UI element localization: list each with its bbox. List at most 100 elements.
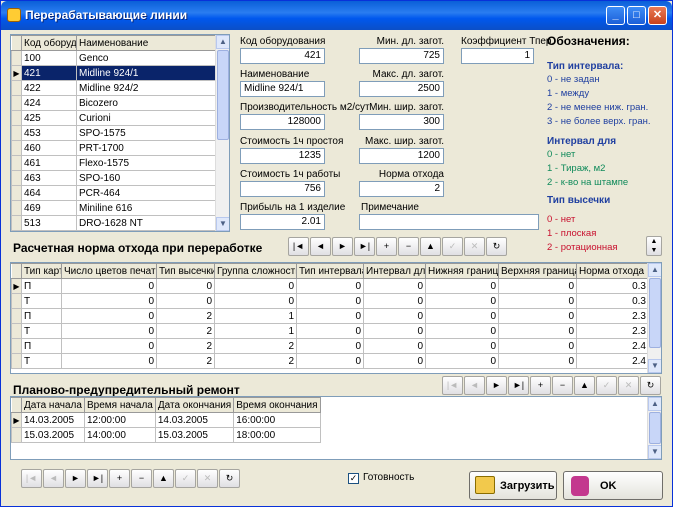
scroll-down-arrow[interactable]: ▼ [216,217,229,231]
waste-cell[interactable]: 2 [156,323,215,339]
max-wid-field[interactable]: 1200 [359,148,444,164]
waste-cell[interactable]: 1 [214,308,297,324]
waste-scroll-up[interactable]: ▲ [648,263,661,277]
waste-col-header[interactable]: Интервал для [363,263,426,279]
waste-row[interactable]: ▶ П 0 0 0 0 0 0 0 0.3 [11,278,649,294]
repair-col-header[interactable]: Время окончания [233,397,321,413]
repair-cell[interactable]: 16:00:00 [233,412,321,428]
waste-cell[interactable]: 0 [296,338,364,354]
nav-add-button[interactable]: + [109,469,130,488]
scroll-thumb[interactable] [217,50,229,140]
nav-first-button[interactable]: |◄ [21,469,42,488]
waste-cell[interactable]: 0 [425,338,499,354]
equipment-row[interactable]: 461 Flexo-1575 [11,155,217,171]
waste-cell[interactable]: 2 [156,338,215,354]
equipment-name-cell[interactable]: Miniline 616 [76,200,217,216]
code-field[interactable]: 421 [240,48,325,64]
repair-row[interactable]: 15.03.2005 14:00:00 15.03.2005 18:00:00 [11,427,321,443]
waste-scroll-down[interactable]: ▼ [648,359,661,373]
waste-cell[interactable]: 0 [296,353,364,369]
equipment-code-cell[interactable]: 464 [21,185,77,201]
close-button[interactable]: ✕ [648,6,667,25]
waste-cell[interactable]: 2.3 [576,323,649,339]
waste-col-header[interactable]: Тип карт [21,263,62,279]
waste-col-header[interactable]: Норма отхода [576,263,649,279]
repair-cell[interactable]: 14:00:00 [83,427,156,443]
waste-cell[interactable]: 2 [214,353,297,369]
waste-cell[interactable]: 0 [296,293,364,309]
waste-cell[interactable]: 0 [498,278,577,294]
waste-cell[interactable]: 0 [61,293,157,309]
waste-col-header[interactable]: Тип высечки [156,263,215,279]
nav-post-button[interactable]: ✓ [175,469,196,488]
nav-next-button[interactable]: ► [65,469,86,488]
nav-last-button[interactable]: ►| [354,237,375,256]
waste-cell[interactable]: П [21,338,62,354]
equipment-name-cell[interactable]: SPO-160 [76,170,217,186]
productivity-field[interactable]: 128000 [240,114,325,130]
nav-add-button[interactable]: + [530,376,551,395]
nav-prev-button[interactable]: ◄ [43,469,64,488]
equipment-scrollbar[interactable]: ▲ ▼ [215,35,229,231]
waste-cell[interactable]: 0 [61,308,157,324]
min-wid-field[interactable]: 300 [359,114,444,130]
repair-scroll-thumb[interactable] [649,412,661,444]
waste-cell[interactable]: 0 [61,278,157,294]
equipment-row[interactable]: 513 DRO-1628 NT [11,215,217,231]
equipment-row[interactable]: 422 Midline 924/2 [11,80,217,96]
waste-cell[interactable]: 2 [156,308,215,324]
nav-prev-button[interactable]: ◄ [464,376,485,395]
repair-col-header[interactable]: Дата начала [21,397,85,413]
waste-cell[interactable]: 0 [363,323,426,339]
coef-field[interactable]: 1 [461,48,534,64]
waste-scrollbar[interactable]: ▲ ▼ [647,263,661,373]
waste-col-header[interactable]: Верхняя граница [498,263,577,279]
repair-cell[interactable]: 14.03.2005 [154,412,235,428]
equipment-row[interactable]: 425 Curioni [11,110,217,126]
equipment-code-cell[interactable]: 424 [21,95,77,111]
waste-col-header[interactable]: Число цветов печати [61,263,157,279]
waste-cell[interactable]: 0 [156,293,215,309]
repair-cell[interactable]: 15.03.2005 [21,427,85,443]
equipment-grid[interactable]: Код оборуд Наименование 100 Genco ▶ 421 Midl… [10,34,230,232]
waste-cell[interactable]: 0 [363,293,426,309]
nav-first-button[interactable]: |◄ [288,237,309,256]
waste-cell[interactable]: 0 [498,353,577,369]
work-cost-field[interactable]: 756 [240,181,325,197]
equipment-row[interactable]: 469 Miniline 616 [11,200,217,216]
idle-cost-field[interactable]: 1235 [240,148,325,164]
equipment-name-cell[interactable]: PCR-464 [76,185,217,201]
equipment-name-cell[interactable]: PRT-1700 [76,140,217,156]
minimize-button[interactable]: _ [606,6,625,25]
ok-button[interactable]: OK [563,471,663,500]
nav-next-button[interactable]: ► [332,237,353,256]
nav-refresh-button[interactable]: ↻ [219,469,240,488]
repair-row[interactable]: ▶ 14.03.2005 12:00:00 14.03.2005 16:00:00 [11,412,321,428]
waste-cell[interactable]: Т [21,323,62,339]
waste-cell[interactable]: 0 [425,278,499,294]
col-header-code[interactable]: Код оборуд [21,35,77,51]
waste-cell[interactable]: 2.4 [576,338,649,354]
equipment-code-cell[interactable]: 461 [21,155,77,171]
nav-up-button[interactable]: ▲ [420,237,441,256]
repair-cell[interactable]: 14.03.2005 [21,412,85,428]
equipment-name-cell[interactable]: SPO-1575 [76,125,217,141]
waste-cell[interactable]: 0 [61,353,157,369]
waste-col-header[interactable]: Группа сложности [214,263,297,279]
waste-spin-control[interactable]: ▲ ▼ [646,236,662,256]
waste-cell[interactable]: 0.3 [576,278,649,294]
profit-field[interactable]: 2.01 [240,214,325,230]
nav-refresh-button[interactable]: ↻ [640,376,661,395]
nav-delete-button[interactable]: − [552,376,573,395]
nav-cancel-button[interactable]: ✕ [464,237,485,256]
waste-cell[interactable]: 2 [214,338,297,354]
repair-cell[interactable]: 15.03.2005 [154,427,235,443]
waste-cell[interactable]: П [21,278,62,294]
nav-prev-button[interactable]: ◄ [310,237,331,256]
waste-cell[interactable]: 2.3 [576,308,649,324]
equipment-code-cell[interactable]: 463 [21,170,77,186]
waste-cell[interactable]: 0 [498,308,577,324]
equipment-row[interactable]: 464 PCR-464 [11,185,217,201]
min-len-field[interactable]: 725 [359,48,444,64]
waste-cell[interactable]: 0 [425,308,499,324]
